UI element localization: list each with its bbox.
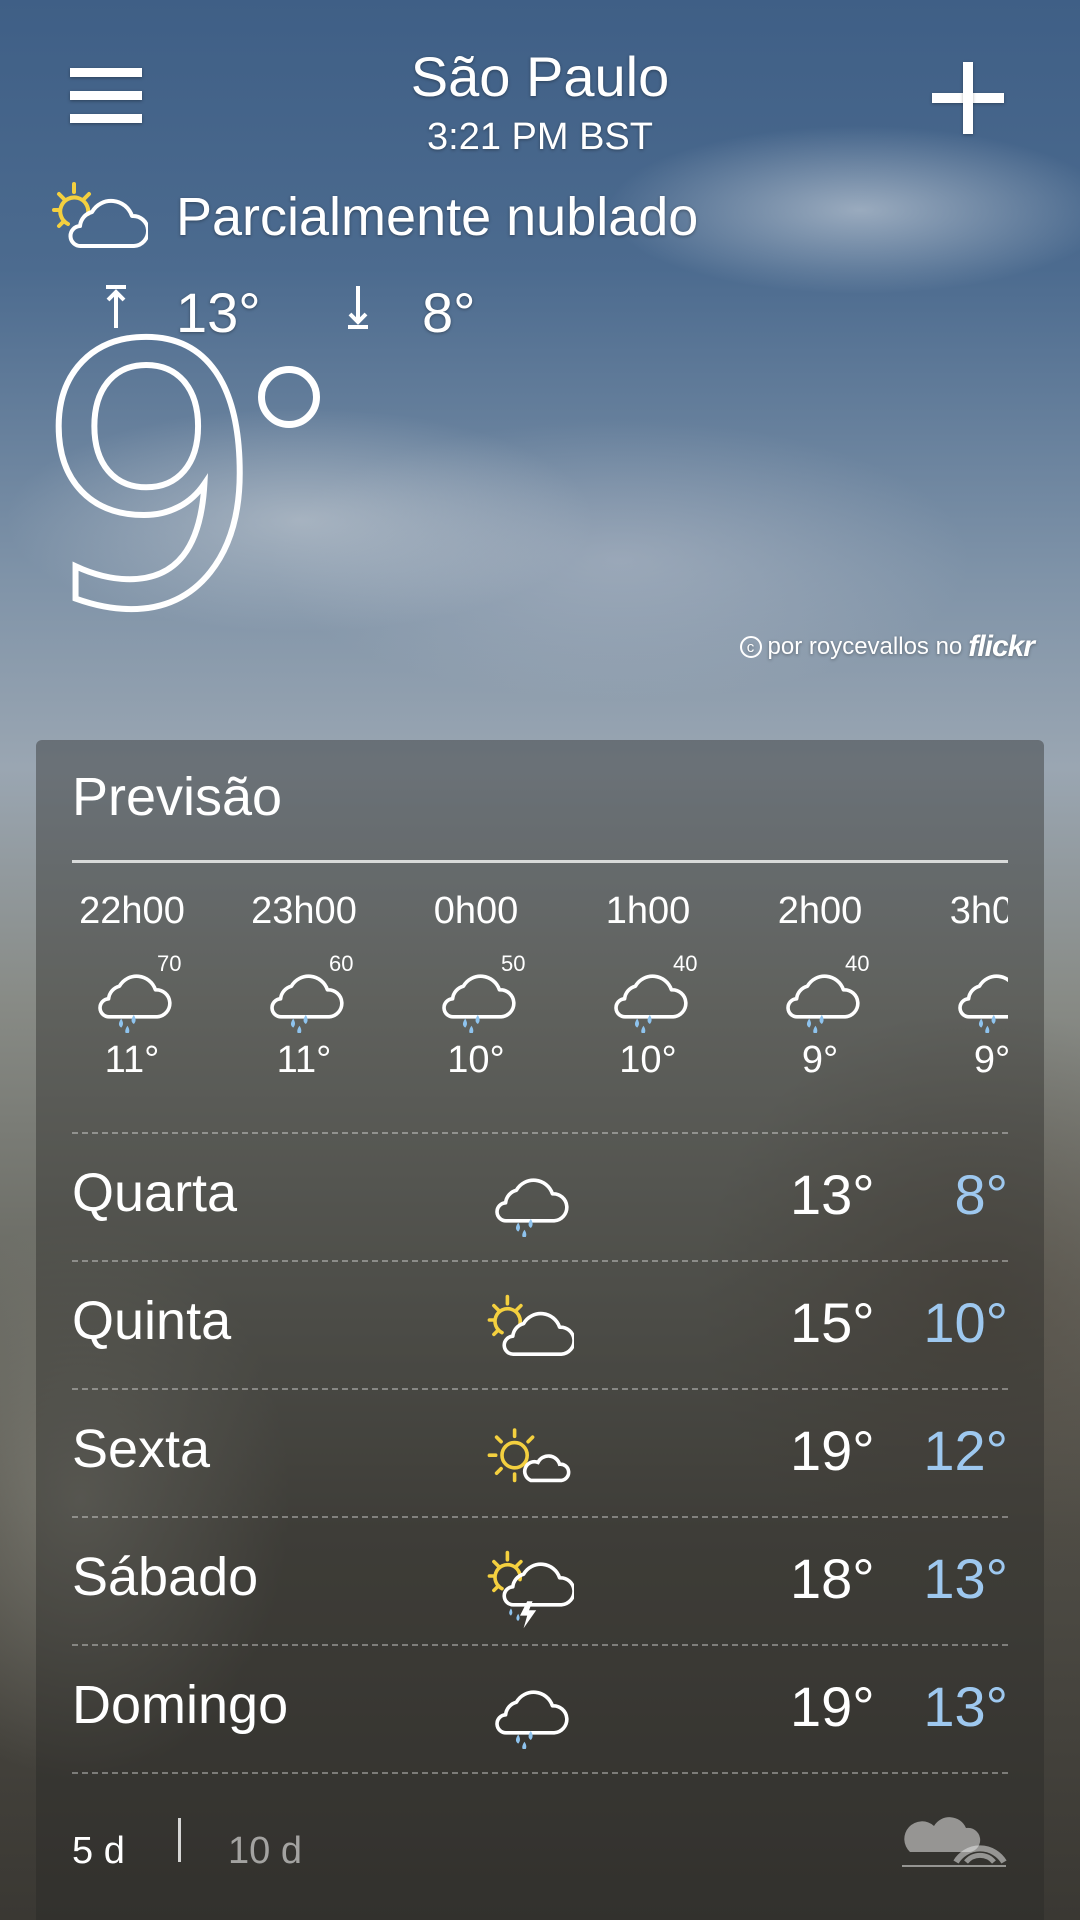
day-low: 10° [923, 1291, 1008, 1354]
degree-symbol [258, 366, 320, 428]
forecast-panel: Previsão 22h00 70 11° 23h00 60 11° 0h00 … [36, 740, 1044, 1920]
hour-temp: 10° [447, 1039, 505, 1081]
condition-text: Parcialmente nublado [176, 187, 699, 247]
thunderstorm-icon [484, 1540, 574, 1629]
day-name: Sexta [72, 1419, 211, 1479]
precip-chance: 70 [157, 951, 182, 976]
hour-temp: 10° [619, 1039, 677, 1081]
divider [72, 860, 1008, 863]
hour-time: 3h00 [949, 890, 1008, 932]
day-name: Quinta [72, 1291, 232, 1351]
low-temp: 8° [422, 281, 476, 344]
credit-text: por roycevallos no [767, 633, 963, 660]
daily-row[interactable]: Quarta 13° 8° [72, 1132, 1008, 1262]
hour-temp: 11° [276, 1039, 332, 1081]
hour-time: 1h00 [605, 890, 691, 932]
mostly-sunny-icon [487, 1428, 571, 1483]
hour-item: 2h00 40 9° [760, 890, 880, 1082]
day-high: 15° [790, 1291, 875, 1354]
copyright-icon: c [739, 636, 762, 658]
precip-chance: 50 [501, 951, 526, 976]
precip-chance: 60 [329, 951, 354, 976]
day-low: 13° [923, 1547, 1008, 1610]
daily-row[interactable]: Domingo 19° 13° [72, 1644, 1008, 1774]
daily-row[interactable]: Sábado 18° 13° [72, 1516, 1008, 1646]
day-low: 12° [923, 1419, 1008, 1482]
tab-10-days[interactable]: 10 d [228, 1830, 302, 1873]
day-low: 13° [923, 1675, 1008, 1738]
day-low: 8° [954, 1163, 1008, 1226]
local-time: 3:21 PM BST [427, 116, 653, 158]
hour-item: 22h00 70 11° [72, 890, 192, 1082]
hour-time: 2h00 [777, 890, 863, 932]
daily-row[interactable]: Quinta 15° 10° [72, 1260, 1008, 1390]
hour-temp: 9° [973, 1039, 1008, 1081]
precip-chance: 40 [673, 951, 698, 976]
hour-item: 3h00 40 9° [932, 890, 1008, 1082]
hour-time: 23h00 [251, 890, 357, 932]
flickr-logo: flickr [968, 630, 1035, 663]
forecast-title: Previsão [72, 767, 283, 827]
day-name: Domingo [72, 1675, 289, 1735]
day-high: 19° [790, 1675, 875, 1738]
partly-cloudy-icon [48, 180, 148, 260]
tab-5-days[interactable]: 5 d [72, 1830, 125, 1873]
day-high: 18° [790, 1547, 875, 1610]
arrow-down-icon [348, 286, 368, 329]
hour-temp: 9° [801, 1039, 839, 1081]
hour-time: 0h00 [433, 890, 519, 932]
rain-icon [484, 1156, 574, 1246]
tab-separator [178, 1818, 181, 1862]
hour-time: 22h00 [79, 890, 185, 932]
city-name: São Paulo [410, 45, 670, 108]
partly-cloudy-icon [484, 1284, 574, 1374]
current-temp: 9 [33, 270, 268, 689]
hour-temp: 11° [104, 1039, 160, 1081]
daily-row[interactable]: Sexta 19° 12° [72, 1388, 1008, 1518]
precip-chance: 40 [845, 951, 870, 976]
divider [72, 1772, 1008, 1776]
hour-item: 0h00 50 10° [416, 890, 536, 1082]
wunderground-logo-icon[interactable] [900, 1810, 1010, 1880]
photo-credit[interactable]: c por roycevallos no flickr [739, 630, 1035, 664]
hour-item: 1h00 40 10° [588, 890, 708, 1082]
rain-icon [947, 957, 1008, 1037]
day-name: Sábado [72, 1547, 259, 1607]
day-high: 13° [790, 1163, 875, 1226]
add-location-icon[interactable] [932, 62, 1004, 134]
hour-item: 23h00 60 11° [244, 890, 364, 1082]
day-high: 19° [790, 1419, 875, 1482]
rain-icon [484, 1668, 574, 1758]
day-name: Quarta [72, 1163, 238, 1223]
